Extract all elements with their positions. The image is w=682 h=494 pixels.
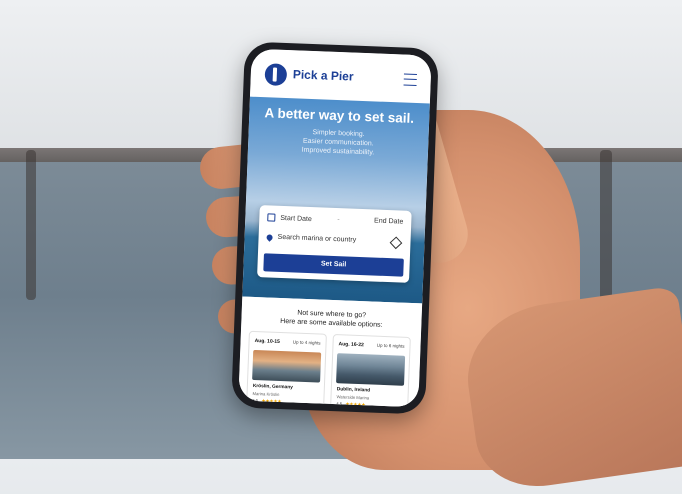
brand-name[interactable]: Pick a Pier: [293, 67, 354, 83]
calendar-icon: [267, 213, 276, 222]
hero-section: A better way to set sail. Simpler bookin…: [242, 96, 430, 304]
search-card: Start Date - End Date Search marina or c…: [257, 205, 412, 283]
date-separator: -: [337, 216, 340, 224]
card-rating: 4.5: [336, 401, 343, 407]
locate-icon[interactable]: [389, 236, 403, 250]
card-marina: Marina Kröslin: [252, 390, 280, 397]
star-rating-icon: ★★★★★: [261, 398, 282, 406]
suggestions-section: Not sure where to go? Here are some avai…: [238, 296, 423, 408]
card-place: Kröslin, Germany: [252, 383, 293, 391]
phone-screen: Pick a Pier A better way to set sail. Si…: [238, 48, 432, 408]
suggestions-heading: Not sure where to go? Here are some avai…: [241, 306, 422, 331]
location-search-field[interactable]: Search marina or country: [265, 232, 357, 244]
card-place: Dublin, Ireland: [336, 387, 371, 394]
railing-post: [26, 150, 36, 300]
card-nights: Up to 4 nights: [292, 339, 321, 346]
start-date-label: Start Date: [280, 214, 312, 223]
option-card[interactable]: Aug. 10-15 Up to 4 nights Kröslin, Germa…: [245, 330, 327, 408]
star-rating-icon: ★★★★★: [345, 401, 366, 408]
logo-icon[interactable]: [264, 63, 288, 87]
option-card[interactable]: Aug. 16-22 Up to 6 nights Dublin, Irelan…: [329, 333, 411, 408]
smartphone: Pick a Pier A better way to set sail. Si…: [231, 41, 439, 415]
card-image: [336, 353, 406, 386]
hamburger-menu-icon[interactable]: [403, 73, 417, 87]
set-sail-button[interactable]: Set Sail: [263, 253, 404, 277]
card-rating: 4.5: [252, 397, 259, 404]
card-dates: Aug. 16-22: [338, 341, 364, 349]
card-image: [252, 349, 322, 383]
start-date-field[interactable]: Start Date: [267, 213, 312, 223]
card-dates: Aug. 10-15: [254, 337, 280, 345]
top-navigation-bar: Pick a Pier: [249, 48, 432, 104]
card-nights: Up to 6 nights: [376, 342, 405, 349]
location-pin-icon: [265, 232, 274, 242]
railing-post: [600, 150, 612, 310]
location-placeholder: Search marina or country: [277, 233, 357, 244]
card-marina: Waterside Marina: [336, 394, 370, 401]
end-date-field[interactable]: End Date: [374, 217, 403, 225]
